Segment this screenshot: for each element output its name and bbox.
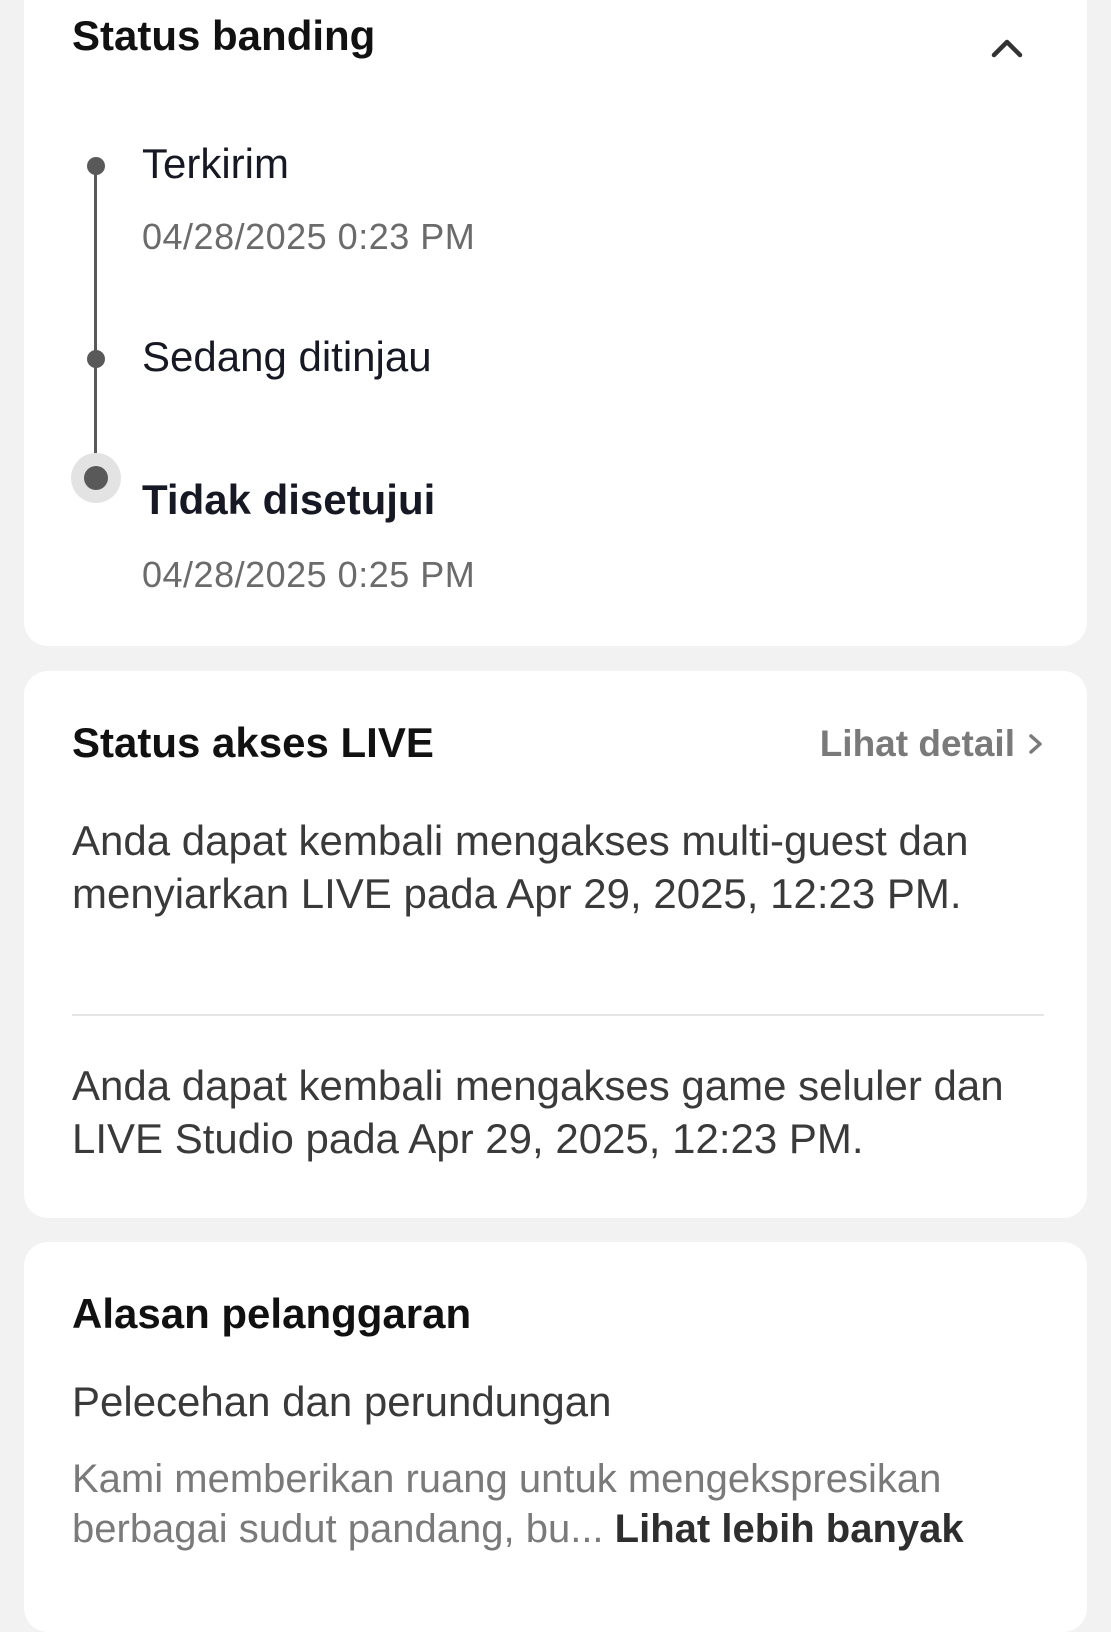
violation-reason-card: Alasan pelanggaran Pelecehan dan perundu… — [24, 1242, 1087, 1632]
step-label-reviewing: Sedang ditinjau — [142, 333, 432, 380]
violation-reason-description: Kami memberikan ruang untuk mengekspresi… — [72, 1454, 1032, 1554]
timeline-dot-current — [71, 453, 121, 503]
timeline-dot — [87, 157, 105, 175]
appeal-status-title: Status banding — [72, 12, 376, 59]
view-detail-label: Lihat detail — [819, 723, 1015, 764]
step-label-rejected: Tidak disetujui — [142, 476, 436, 523]
step-time-submitted: 04/28/2025 0:23 PM — [142, 216, 476, 257]
timeline-dot — [87, 350, 105, 368]
chevron-right-icon — [1029, 734, 1042, 754]
violation-reason-title: Alasan pelanggaran — [72, 1290, 472, 1337]
violation-reason-name: Pelecehan dan perundungan — [72, 1378, 612, 1425]
timeline-line — [94, 166, 97, 502]
chevron-up-icon[interactable] — [982, 24, 1032, 74]
live-access-message-studio: Anda dapat kembali mengakses game selule… — [72, 1062, 1004, 1162]
view-detail-link[interactable]: Lihat detail — [820, 723, 1047, 765]
live-access-title: Status akses LIVE — [72, 719, 434, 766]
live-access-card: Status akses LIVE Lihat detail Anda dapa… — [24, 671, 1087, 1218]
step-label-submitted: Terkirim — [142, 140, 289, 187]
divider — [72, 1014, 1044, 1016]
step-time-rejected: 04/28/2025 0:25 PM — [142, 554, 476, 595]
appeal-status-card: Status banding Terkirim 04/28/2025 0:23 … — [24, 0, 1087, 646]
live-access-message-multiguest: Anda dapat kembali mengakses multi-guest… — [72, 817, 969, 917]
see-more-link[interactable]: Lihat lebih banyak — [615, 1507, 964, 1551]
